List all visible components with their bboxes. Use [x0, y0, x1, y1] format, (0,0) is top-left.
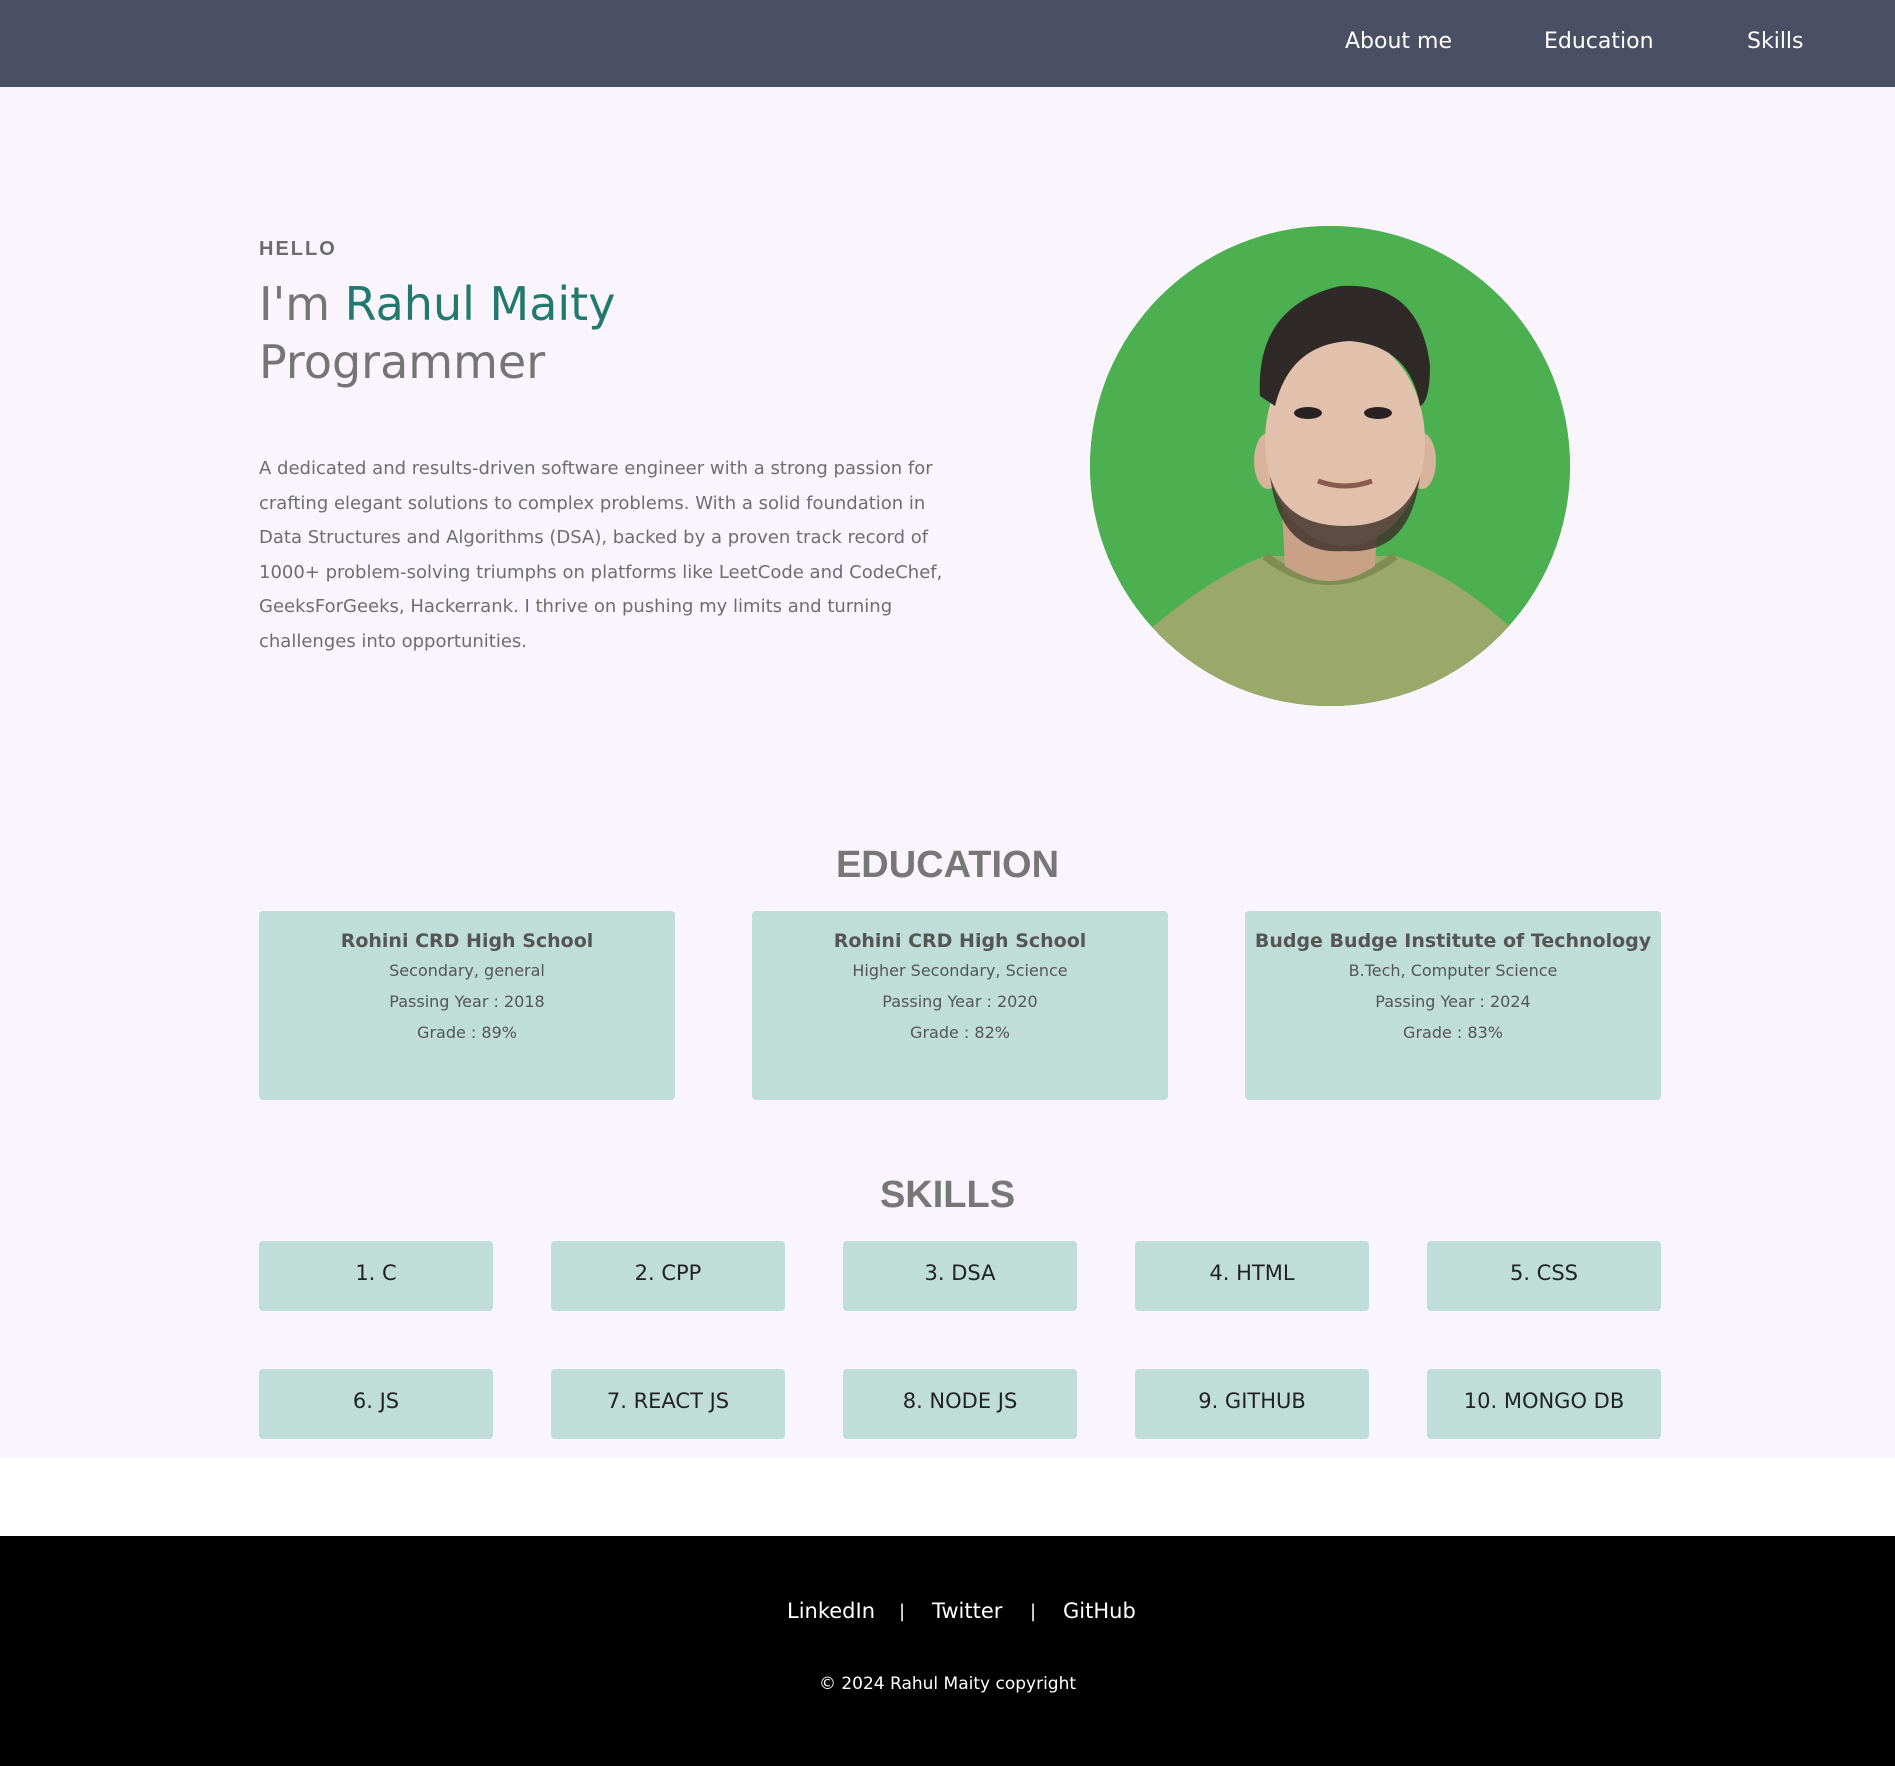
- skill-item: 2. CPP: [551, 1241, 785, 1311]
- skill-item: 8. NODE JS: [843, 1369, 1077, 1439]
- footer-copyright: © 2024 Rahul Maity copyright: [818, 1674, 1077, 1694]
- education-course: Higher Secondary, Science: [852, 961, 1068, 980]
- footer-link-linkedin[interactable]: LinkedIn: [787, 1596, 875, 1626]
- education-grade: Grade : 83%: [1403, 1023, 1503, 1042]
- hero-name: Rahul Maity: [344, 277, 616, 331]
- skill-item: 9. GITHUB: [1135, 1369, 1369, 1439]
- footer-separator: |: [899, 1601, 906, 1622]
- education-passing-year: Passing Year : 2024: [1375, 992, 1531, 1011]
- education-card: Budge Budge Institute of Technology B.Te…: [1245, 911, 1661, 1100]
- education-section-title: EDUCATION: [835, 844, 1060, 886]
- education-grade: Grade : 89%: [417, 1023, 517, 1042]
- skill-item: 5. CSS: [1427, 1241, 1661, 1311]
- education-passing-year: Passing Year : 2020: [882, 992, 1038, 1011]
- footer-link-twitter[interactable]: Twitter: [932, 1596, 1002, 1626]
- education-card: Rohini CRD High School Secondary, genera…: [259, 911, 675, 1100]
- skill-item: 4. HTML: [1135, 1241, 1369, 1311]
- hero-bio: A dedicated and results-driven software …: [259, 458, 943, 652]
- skill-item: 7. REACT JS: [551, 1369, 785, 1439]
- hero-role: Programmer: [259, 335, 546, 389]
- hero-greeting: HELLO: [259, 238, 337, 260]
- profile-photo-illustration: [1090, 226, 1570, 706]
- education-grade: Grade : 82%: [910, 1023, 1010, 1042]
- hero-intro-prefix: I'm: [259, 277, 345, 331]
- page-footer: LinkedIn | Twitter | GitHub © 2024 Rahul…: [0, 1536, 1895, 1766]
- education-card: Rohini CRD High School Higher Secondary,…: [752, 911, 1168, 1100]
- education-course: B.Tech, Computer Science: [1348, 961, 1558, 980]
- nav-link-skills[interactable]: Skills: [1747, 27, 1804, 57]
- nav-link-education[interactable]: Education: [1544, 27, 1654, 57]
- skill-item: 6. JS: [259, 1369, 493, 1439]
- skill-item: 1. C: [259, 1241, 493, 1311]
- skill-item: 10. MONGO DB: [1427, 1369, 1661, 1439]
- footer-link-github[interactable]: GitHub: [1063, 1596, 1136, 1626]
- education-passing-year: Passing Year : 2018: [389, 992, 545, 1011]
- hero-intro: I'm Rahul Maity: [259, 276, 615, 332]
- nav-link-about-me[interactable]: About me: [1345, 27, 1452, 57]
- skills-section-title: SKILLS: [879, 1174, 1016, 1216]
- education-course: Secondary, general: [389, 961, 545, 980]
- education-school: Rohini CRD High School: [340, 930, 594, 952]
- education-school: Budge Budge Institute of Technology: [1254, 930, 1652, 952]
- skill-item: 3. DSA: [843, 1241, 1077, 1311]
- profile-photo: [1090, 226, 1570, 706]
- footer-separator: |: [1030, 1601, 1037, 1622]
- top-navbar: About me Education Skills: [0, 0, 1895, 87]
- education-school: Rohini CRD High School: [833, 930, 1087, 952]
